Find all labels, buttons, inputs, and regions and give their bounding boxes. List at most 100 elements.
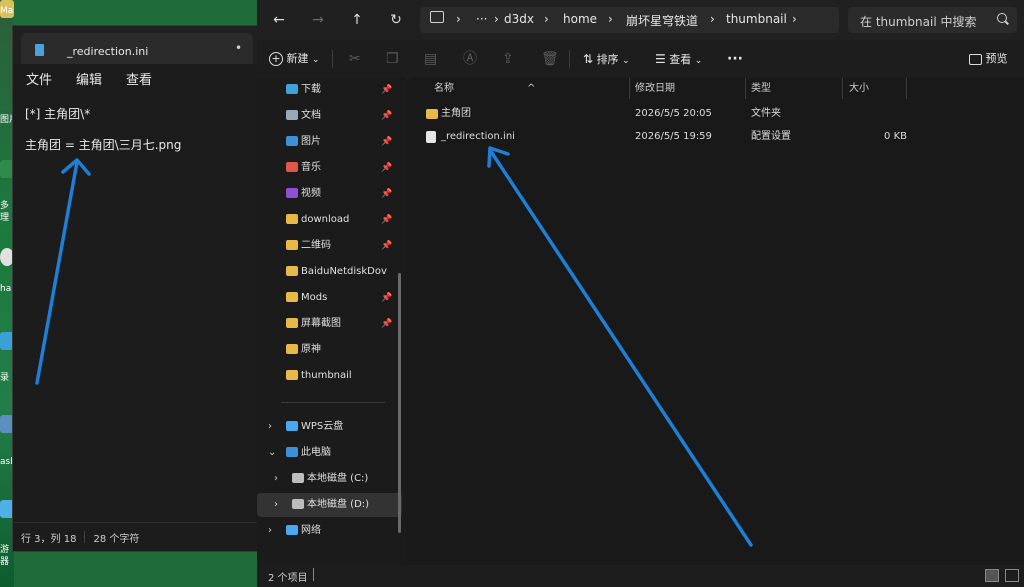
- column-divider[interactable]: [906, 78, 907, 99]
- nav-tree-item[interactable]: ⌄ 此电脑: [257, 441, 402, 465]
- sidebar-item[interactable]: 音乐 📌: [257, 156, 402, 180]
- chevron-down-icon[interactable]: ⌄: [268, 441, 276, 465]
- chevron-right-icon: ›: [544, 12, 549, 26]
- search-input[interactable]: 在 thumbnail 中搜索: [848, 7, 1017, 33]
- search-icon[interactable]: [997, 13, 1007, 23]
- column-divider[interactable]: [842, 78, 843, 99]
- computer-icon: [286, 447, 298, 457]
- notepad-editor[interactable]: [*] 主角团\* 主角团 = 主角团\三月七.png: [13, 92, 261, 523]
- nav-tree-item[interactable]: › 本地磁盘 (D:): [257, 493, 402, 517]
- pin-icon[interactable]: 📌: [381, 312, 392, 336]
- address-bar[interactable]: › ··· › d3dx › home › 崩坏星穹铁道 › thumbnail…: [420, 7, 839, 33]
- pin-icon[interactable]: 📌: [381, 78, 392, 102]
- sort-button[interactable]: ⇅ 排序 ⌄: [583, 49, 630, 69]
- breadcrumb-starrail[interactable]: 崩坏星穹铁道: [626, 12, 698, 29]
- pin-icon[interactable]: 📌: [381, 182, 392, 206]
- sidebar-item[interactable]: 原神: [257, 338, 402, 362]
- column-divider[interactable]: [629, 78, 630, 99]
- rename-icon[interactable]: Ⓐ: [463, 49, 477, 69]
- breadcrumb-home[interactable]: home: [563, 12, 597, 26]
- preview-button[interactable]: 预览: [969, 49, 1008, 69]
- sidebar-item[interactable]: 图片 📌: [257, 130, 402, 154]
- forward-arrow-icon[interactable]: →: [308, 10, 328, 30]
- delete-icon[interactable]: 🗑: [541, 49, 559, 69]
- share-icon[interactable]: ⇪: [502, 49, 514, 69]
- sidebar-item[interactable]: 下载 📌: [257, 78, 402, 102]
- sidebar-item-label: 视频: [301, 188, 321, 199]
- file-list: 名称 ^ 修改日期 类型 大小 主角团 2026/5/5 20:05 文件夹 _…: [409, 78, 1024, 565]
- menu-view[interactable]: 查看: [124, 69, 154, 88]
- paste-icon[interactable]: ▤: [424, 49, 437, 69]
- pin-icon[interactable]: 📌: [381, 234, 392, 258]
- up-arrow-icon[interactable]: ↑: [347, 10, 367, 30]
- breadcrumb-d3dx[interactable]: d3dx: [504, 12, 534, 26]
- pin-icon[interactable]: 📌: [381, 208, 392, 232]
- search-placeholder: 在 thumbnail 中搜索: [860, 15, 977, 29]
- pin-icon[interactable]: 📌: [381, 286, 392, 310]
- char-count: 28 个字符: [93, 533, 140, 545]
- sidebar-item-label: download: [301, 214, 350, 225]
- nav-tree-label: 此电脑: [301, 447, 331, 458]
- sidebar-item[interactable]: 文档 📌: [257, 104, 402, 128]
- cut-icon[interactable]: ✂: [349, 49, 361, 69]
- column-header-size[interactable]: 大小: [849, 78, 869, 99]
- chevron-right-icon: ›: [494, 12, 499, 26]
- table-row[interactable]: 主角团 2026/5/5 20:05 文件夹: [417, 103, 907, 125]
- nav-tree-item[interactable]: › 网络: [257, 519, 402, 543]
- menu-file[interactable]: 文件: [24, 69, 54, 88]
- breadcrumb-more[interactable]: ···: [476, 12, 487, 26]
- column-header-date[interactable]: 修改日期: [635, 78, 675, 99]
- view-button[interactable]: ☰ 查看 ⌄: [655, 49, 702, 69]
- nav-divider: [281, 402, 385, 403]
- notepad-tab[interactable]: _redirection.ini •: [21, 33, 253, 64]
- column-header-type[interactable]: 类型: [751, 78, 771, 99]
- item-count: 2 个项目: [268, 573, 308, 584]
- refresh-icon[interactable]: ↻: [386, 10, 406, 30]
- chevron-right-icon[interactable]: ›: [274, 493, 278, 517]
- file-type: 配置设置: [751, 131, 791, 142]
- notepad-window: _redirection.ini • 文件 编辑 查看 [*] 主角团\* 主角…: [12, 25, 262, 552]
- column-header-name[interactable]: 名称: [434, 78, 454, 99]
- chevron-right-icon[interactable]: ›: [274, 467, 278, 491]
- details-view-icon[interactable]: [985, 569, 999, 582]
- explorer-status-bar: 2 个项目: [257, 565, 1024, 587]
- sidebar-item[interactable]: thumbnail: [257, 364, 402, 388]
- drive-d-icon: [292, 499, 304, 509]
- sidebar-item[interactable]: BaiduNetdiskDov: [257, 260, 402, 284]
- unsaved-dot-icon[interactable]: •: [235, 41, 242, 55]
- toolbar-divider: [569, 50, 570, 68]
- pin-icon[interactable]: 📌: [381, 156, 392, 180]
- sidebar-item[interactable]: 屏幕截图 📌: [257, 312, 402, 336]
- pin-icon[interactable]: 📌: [381, 104, 392, 128]
- column-divider[interactable]: [745, 78, 746, 99]
- table-row[interactable]: _redirection.ini 2026/5/5 19:59 配置设置 0 K…: [417, 126, 907, 148]
- breadcrumb-thumbnail[interactable]: thumbnail: [726, 12, 787, 26]
- pin-icon[interactable]: 📌: [381, 130, 392, 154]
- folder-icon: [286, 214, 298, 224]
- drive-c-icon: [292, 473, 304, 483]
- file-date: 2026/5/5 19:59: [635, 131, 712, 142]
- nav-scrollbar[interactable]: [398, 273, 401, 533]
- sidebar-item-label: thumbnail: [301, 370, 352, 381]
- nav-tree-item[interactable]: › 本地磁盘 (C:): [257, 467, 402, 491]
- new-button[interactable]: + 新建 ⌄: [269, 49, 320, 69]
- copy-icon[interactable]: ❐: [386, 49, 399, 69]
- chevron-right-icon[interactable]: ›: [268, 415, 272, 439]
- chevron-right-icon[interactable]: ›: [268, 519, 272, 543]
- sidebar-item-label: 屏幕截图: [301, 318, 341, 329]
- sidebar-item[interactable]: download 📌: [257, 208, 402, 232]
- sidebar-item[interactable]: 视频 📌: [257, 182, 402, 206]
- sidebar-item[interactable]: Mods 📌: [257, 286, 402, 310]
- plus-icon: +: [269, 52, 283, 66]
- back-arrow-icon[interactable]: ←: [269, 10, 289, 30]
- network-icon: [286, 525, 298, 535]
- chevron-down-icon: ⌄: [312, 55, 320, 65]
- more-options-icon[interactable]: ···: [727, 49, 743, 69]
- nav-tree-item[interactable]: › WPS云盘: [257, 415, 402, 439]
- music-icon: [286, 162, 298, 172]
- menu-edit[interactable]: 编辑: [74, 69, 104, 88]
- sidebar-item[interactable]: 二维码 📌: [257, 234, 402, 258]
- nav-tree-label: 本地磁盘 (C:): [307, 473, 369, 484]
- file-type: 文件夹: [751, 108, 781, 119]
- tiles-view-icon[interactable]: [1005, 569, 1019, 582]
